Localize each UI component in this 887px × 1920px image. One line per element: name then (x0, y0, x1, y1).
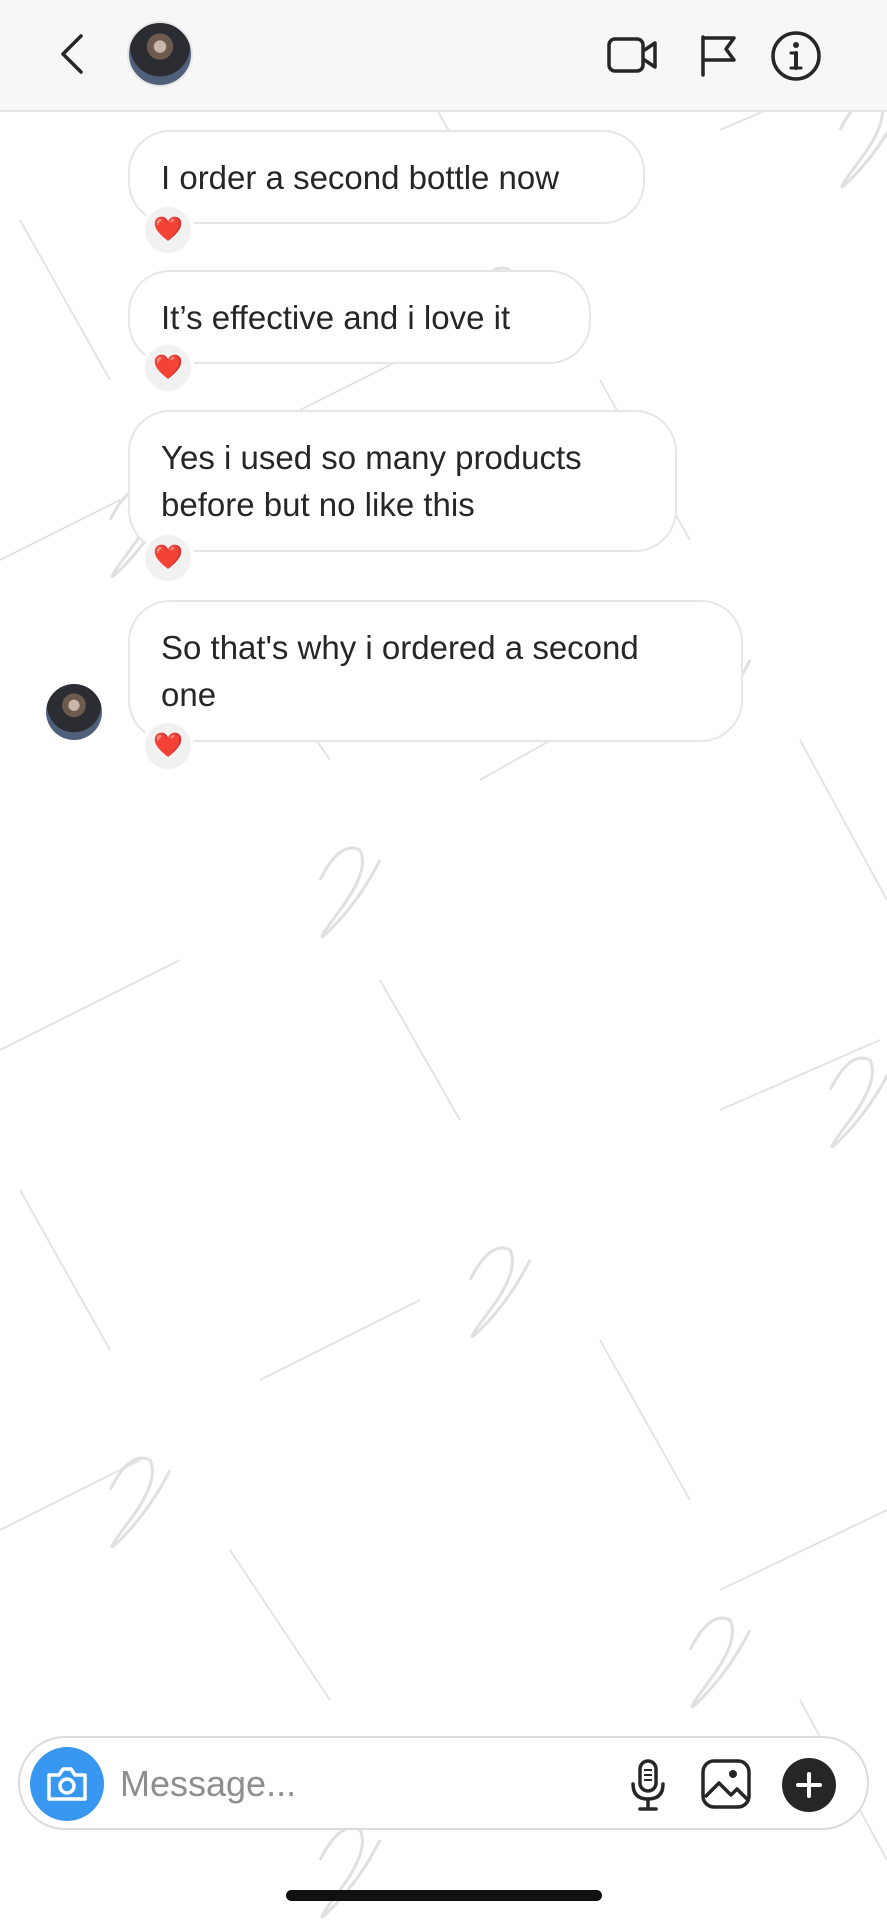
image-icon (701, 1759, 751, 1809)
more-options-button[interactable] (782, 1758, 836, 1812)
message-text-line: one (161, 676, 217, 713)
message-text-line: Yes i used so many products (161, 439, 582, 476)
message-composer (18, 1736, 869, 1830)
info-button[interactable] (768, 28, 824, 84)
microphone-icon (631, 1759, 665, 1811)
message-bubble[interactable]: So that's why i ordered a second one (128, 600, 743, 742)
heart-icon: ❤️ (153, 354, 183, 381)
camera-button[interactable] (30, 1747, 104, 1821)
message-bubble[interactable]: I order a second bottle now (128, 130, 645, 224)
chat-header (0, 0, 887, 112)
home-indicator[interactable] (286, 1890, 602, 1901)
message-text-line: before but no like this (161, 486, 475, 523)
message-bubble[interactable]: Yes i used so many products before but n… (128, 410, 677, 552)
info-icon (771, 31, 821, 81)
camera-icon (47, 1767, 87, 1801)
back-button[interactable] (48, 28, 96, 80)
sender-avatar[interactable] (46, 684, 102, 740)
message-input[interactable] (120, 1758, 520, 1810)
message-reaction[interactable]: ❤️ (142, 720, 194, 772)
chevron-left-icon (61, 34, 83, 74)
contact-avatar[interactable] (127, 21, 193, 87)
gallery-button[interactable] (696, 1754, 756, 1814)
message-reaction[interactable]: ❤️ (142, 342, 194, 394)
message-text: It’s effective and i love it (161, 299, 511, 336)
heart-icon: ❤️ (153, 732, 183, 759)
message-reaction[interactable]: ❤️ (142, 204, 194, 256)
heart-icon: ❤️ (153, 216, 183, 243)
video-camera-icon (607, 37, 657, 73)
report-button[interactable] (694, 30, 742, 80)
chat-screen: I order a second bottle now ❤️ It’s effe… (0, 0, 887, 1920)
message-text-line: So that's why i ordered a second (161, 629, 639, 666)
message-text: I order a second bottle now (161, 159, 560, 196)
voice-message-button[interactable] (620, 1756, 676, 1814)
heart-icon: ❤️ (153, 544, 183, 571)
video-call-button[interactable] (604, 30, 660, 80)
plus-icon (796, 1772, 822, 1798)
message-bubble[interactable]: It’s effective and i love it (128, 270, 591, 364)
message-reaction[interactable]: ❤️ (142, 532, 194, 584)
flag-icon (701, 35, 736, 77)
